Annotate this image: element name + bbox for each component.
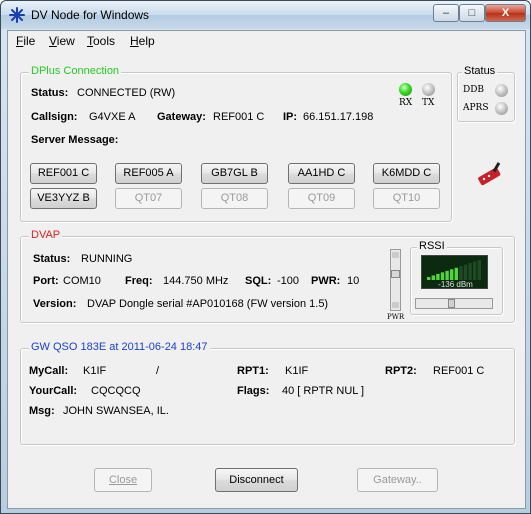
rssi-meter: -136 dBm <box>421 255 488 289</box>
version-label: Version: <box>33 298 77 310</box>
sql-value: -100 <box>277 275 300 287</box>
dvap-status-value: RUNNING <box>81 253 133 265</box>
reflector-button-5[interactable]: K6MDD C <box>373 163 440 184</box>
rssi-bar-segment <box>445 270 449 280</box>
ddb-label: DDB <box>463 85 485 95</box>
reflector-button-4[interactable]: AA1HD C <box>288 163 355 184</box>
rx-led-icon <box>399 83 412 96</box>
maximize-button[interactable]: □ <box>459 4 485 22</box>
rx-label: RX <box>399 98 413 108</box>
tx-led-icon <box>422 83 435 96</box>
rssi-legend: RSSI <box>417 240 447 252</box>
port-value: COM10 <box>63 275 101 287</box>
rssi-bar-segment <box>454 267 458 280</box>
status-legend: Status <box>462 65 498 77</box>
window-title: DV Node for Windows <box>31 8 150 22</box>
rssi-bar-segment <box>450 269 454 280</box>
aprs-label: APRS <box>463 103 489 113</box>
menu-help[interactable]: Help <box>130 34 155 48</box>
flags-label: Flags: <box>237 385 270 397</box>
rpt1-value: K1IF <box>285 365 309 377</box>
reflector-button-3[interactable]: GB7GL B <box>201 163 268 184</box>
yourcall-value: CQCQCQ <box>91 385 141 397</box>
pwr-slider-thumb[interactable] <box>391 270 400 278</box>
dvap-legend: DVAP <box>29 229 63 241</box>
dplus-status-value: CONNECTED (RW) <box>77 87 176 99</box>
aprs-led-icon <box>495 102 508 115</box>
rssi-bar-segment <box>477 260 481 280</box>
pwr-value: 10 <box>347 275 360 287</box>
minimize-button[interactable]: – <box>433 4 459 22</box>
dvap-dongle-icon <box>478 162 501 186</box>
pwr-slider[interactable] <box>390 249 401 311</box>
close-button[interactable]: Close <box>94 468 152 492</box>
disconnect-button[interactable]: Disconnect <box>215 468 298 492</box>
reflector-button-7[interactable]: QT07 <box>115 188 182 209</box>
reflector-button-9[interactable]: QT09 <box>288 188 355 209</box>
rssi-bar-segment <box>473 261 477 280</box>
reflector-button-10[interactable]: QT10 <box>373 188 440 209</box>
pwr-label: PWR: <box>311 275 341 287</box>
reflector-button-6[interactable]: VE3YYZ B <box>30 188 97 209</box>
version-value: DVAP Dongle serial #AP010168 (FW version… <box>87 298 329 310</box>
reflector-button-2[interactable]: REF005 A <box>115 163 182 184</box>
close-window-button[interactable]: X <box>485 4 526 22</box>
sql-label: SQL: <box>245 275 272 287</box>
rssi-bar-segment <box>463 264 468 280</box>
tx-label: TX <box>422 98 435 108</box>
gateway-button[interactable]: Gateway.. <box>357 468 438 492</box>
rssi-bar-segment <box>468 263 472 280</box>
rpt2-label: RPT2: <box>385 365 417 377</box>
menu-bar: File View Tools Help <box>8 31 525 51</box>
dvap-status-label: Status: <box>33 253 71 265</box>
qso-legend: GW QSO 183E at 2011-06-24 18:47 <box>29 341 210 353</box>
ip-label: IP: <box>283 111 298 123</box>
app-window: DV Node for Windows – □ X File View Tool… <box>0 0 531 514</box>
freq-value: 144.750 MHz <box>163 275 229 287</box>
pwr-slider-up-arrow-icon[interactable] <box>392 252 399 258</box>
pwr-slider-label: PWR <box>387 313 405 321</box>
title-bar[interactable]: DV Node for Windows – □ X <box>1 1 530 29</box>
ip-value: 66.151.17.198 <box>303 111 374 123</box>
callsign-value: G4VXE A <box>89 111 136 123</box>
reflector-button-1[interactable]: REF001 C <box>30 163 97 184</box>
yourcall-label: YourCall: <box>29 385 78 397</box>
rpt1-label: RPT1: <box>237 365 269 377</box>
menu-tools[interactable]: Tools <box>87 34 115 48</box>
msg-label: Msg: <box>29 405 55 417</box>
reflector-button-8[interactable]: QT08 <box>201 188 268 209</box>
app-star-icon <box>9 7 25 23</box>
freq-label: Freq: <box>125 275 153 287</box>
port-label: Port: <box>33 275 59 287</box>
rssi-value: -136 dBm <box>438 280 473 289</box>
status-group: Status <box>457 65 515 122</box>
pwr-slider-down-arrow-icon[interactable] <box>392 302 399 308</box>
rssi-slider[interactable] <box>415 298 493 309</box>
mycall-slash: / <box>156 365 160 377</box>
flags-value: 40 [ RPTR NUL ] <box>282 385 365 397</box>
dplus-status-label: Status: <box>31 87 69 99</box>
server-message-label: Server Message: <box>31 134 119 146</box>
menu-view[interactable]: View <box>49 34 75 48</box>
rssi-bar-segment <box>440 272 445 280</box>
msg-value: JOHN SWANSEA, IL. <box>63 405 169 417</box>
mycall-label: MyCall: <box>29 365 69 377</box>
ddb-led-icon <box>495 84 508 97</box>
rssi-bar-segment <box>459 266 463 280</box>
gateway-value: REF001 C <box>213 111 265 123</box>
dplus-legend: DPlus Connection <box>29 65 122 77</box>
gateway-label: Gateway: <box>157 111 206 123</box>
mycall-value: K1IF <box>83 365 107 377</box>
callsign-label: Callsign: <box>31 111 78 123</box>
rssi-bars <box>427 260 481 280</box>
rssi-slider-thumb[interactable] <box>448 299 455 308</box>
rpt2-value: REF001 C <box>433 365 485 377</box>
menu-file[interactable]: File <box>16 34 35 48</box>
